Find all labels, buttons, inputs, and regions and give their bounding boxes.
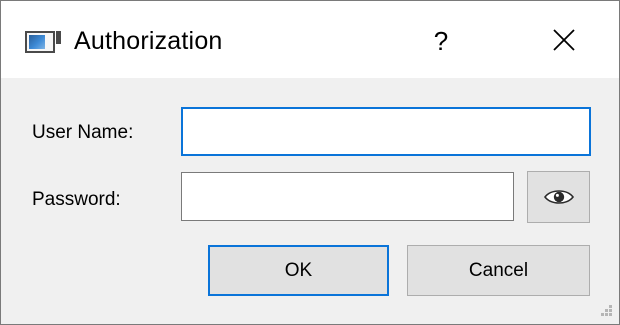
help-button[interactable]: ? [421,19,461,63]
close-button[interactable] [539,19,589,63]
grip-dot [609,309,612,312]
title-bar[interactable]: Authorization ? [1,1,619,78]
app-window-icon-pane [29,35,45,49]
app-window-icon-notch [56,31,61,44]
grip-dot [605,309,608,312]
username-input[interactable] [181,107,591,156]
grip-dot [605,313,608,316]
grip-dot [609,313,612,316]
grip-dot [601,313,604,316]
ok-button[interactable]: OK [208,245,389,296]
eye-icon [544,190,574,204]
show-password-button[interactable] [527,171,590,223]
password-input[interactable] [181,172,514,221]
cancel-button[interactable]: Cancel [407,245,590,296]
password-label: Password: [32,189,121,210]
close-icon [553,29,575,51]
username-label: User Name: [32,122,134,143]
authorization-dialog: Authorization ? User Name: Password: OK … [0,0,620,325]
resize-grip-icon[interactable] [597,301,613,317]
grip-dot [609,305,612,308]
window-title: Authorization [74,27,223,55]
app-window-icon [25,31,61,53]
